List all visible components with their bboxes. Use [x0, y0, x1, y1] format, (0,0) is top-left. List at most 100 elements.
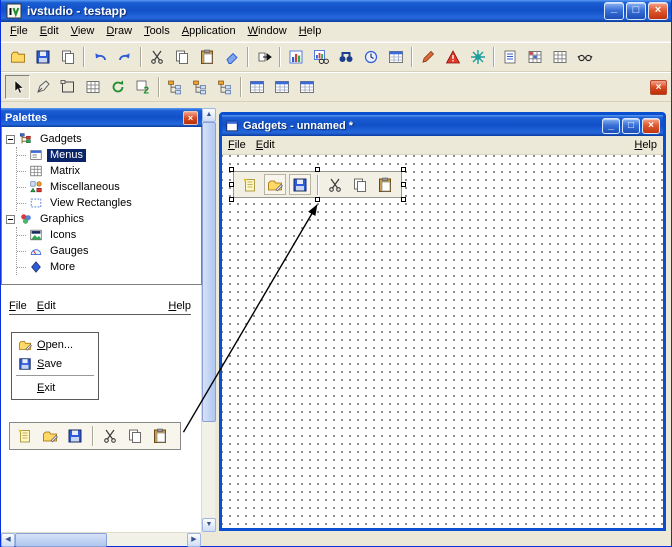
maximize-button[interactable]: □ [626, 2, 646, 20]
copy-page-button[interactable] [55, 45, 80, 69]
chart-view-button[interactable] [308, 45, 333, 69]
menu-item-open[interactable]: Open... [13, 335, 97, 354]
table-2-button[interactable] [269, 75, 294, 99]
preview-menu-help[interactable]: Help [168, 300, 191, 312]
hierarchy-1-button[interactable] [162, 75, 187, 99]
menu-window[interactable]: Window [242, 23, 293, 40]
scroll-left-button[interactable]: ◀ [1, 533, 15, 547]
gadgets-minimize-button[interactable]: _ [602, 117, 620, 134]
clock-button[interactable] [358, 45, 383, 69]
menu-help[interactable]: Help [293, 23, 328, 40]
selected-toolbar-widget[interactable] [229, 167, 406, 202]
pen-tool-button[interactable] [30, 75, 55, 99]
open-button[interactable] [5, 45, 30, 69]
erase-button[interactable] [219, 45, 244, 69]
copy-button[interactable] [169, 45, 194, 69]
notes-button[interactable] [497, 45, 522, 69]
view-button[interactable] [572, 45, 597, 69]
selection-handle[interactable] [401, 197, 406, 202]
selection-handle[interactable] [401, 167, 406, 172]
tree-node-more[interactable]: More [17, 259, 199, 275]
table-button[interactable] [383, 45, 408, 69]
grid-colored-button[interactable] [522, 45, 547, 69]
tree-node-menus[interactable]: Menus [17, 147, 199, 163]
table-1-button[interactable] [244, 75, 269, 99]
copy-button[interactable] [349, 174, 371, 195]
tree-node-gadgets[interactable]: Gadgets [4, 131, 199, 147]
horizontal-scroll-thumb[interactable] [15, 533, 107, 547]
open-button[interactable] [264, 174, 286, 195]
alert-button[interactable] [440, 45, 465, 69]
scroll-down-button[interactable]: ▼ [202, 518, 216, 532]
gadgets-menu-edit[interactable]: Edit [256, 139, 275, 151]
horizontal-scrollbar[interactable]: ◀ ▶ [1, 532, 201, 547]
paste-button[interactable] [149, 426, 171, 447]
run-button[interactable] [251, 45, 276, 69]
preview-menu-edit[interactable]: Edit [37, 300, 56, 312]
frame-tool-button[interactable] [55, 75, 80, 99]
tree-node-miscellaneous[interactable]: Miscellaneous [17, 179, 199, 195]
palettes-titlebar[interactable]: Palettes × [1, 108, 202, 127]
new-button[interactable] [239, 174, 261, 195]
scroll-up-button[interactable]: ▲ [202, 108, 216, 122]
menu-view[interactable]: View [65, 23, 101, 40]
gadgets-maximize-button[interactable]: □ [622, 117, 640, 134]
selection-handle[interactable] [229, 181, 234, 187]
new-button[interactable] [14, 426, 36, 447]
cut-button[interactable] [99, 426, 121, 447]
menu-file[interactable]: File [4, 23, 34, 40]
minimize-button[interactable]: _ [604, 2, 624, 20]
gadgets-menu-help[interactable]: Help [634, 139, 657, 151]
preview-2-button[interactable] [130, 75, 155, 99]
collapse-expander-icon[interactable] [6, 214, 15, 224]
gadgets-close-button[interactable]: × [642, 117, 660, 134]
chart-button[interactable] [283, 45, 308, 69]
copy-button[interactable] [124, 426, 146, 447]
close-button[interactable]: × [648, 2, 668, 20]
selection-handle[interactable] [401, 181, 406, 187]
grid-tool-button[interactable] [80, 75, 105, 99]
menu-draw[interactable]: Draw [100, 23, 138, 40]
table-3-button[interactable] [294, 75, 319, 99]
selection-handle[interactable] [314, 167, 320, 172]
redo-button[interactable] [112, 45, 137, 69]
open-button[interactable] [39, 426, 61, 447]
tree-node-view-rectangles[interactable]: View Rectangles [17, 195, 199, 211]
find-button[interactable] [333, 45, 358, 69]
hierarchy-2-button[interactable] [187, 75, 212, 99]
menu-application[interactable]: Application [176, 23, 242, 40]
cut-button[interactable] [144, 45, 169, 69]
scroll-right-button[interactable]: ▶ [187, 533, 201, 547]
vertical-scrollbar[interactable]: ▲ ▼ [201, 108, 216, 532]
hierarchy-3-button[interactable] [212, 75, 237, 99]
pointer-tool-button[interactable] [5, 75, 30, 99]
gadgets-titlebar[interactable]: Gadgets - unnamed * _ □ × [222, 115, 663, 136]
cut-button[interactable] [324, 174, 346, 195]
palettes-close-button[interactable]: × [183, 110, 198, 125]
undo-button[interactable] [87, 45, 112, 69]
save-button[interactable] [64, 426, 86, 447]
menu-edit[interactable]: Edit [34, 23, 65, 40]
preview-menu-file[interactable]: File [9, 300, 27, 312]
toolbar-widget[interactable] [233, 171, 402, 198]
collapse-expander-icon[interactable] [6, 134, 15, 144]
tree-node-graphics[interactable]: Graphics [4, 211, 199, 227]
paste-button[interactable] [374, 174, 396, 195]
tree-node-icons[interactable]: Icons [17, 227, 199, 243]
draw-button[interactable] [415, 45, 440, 69]
vertical-scroll-thumb[interactable] [202, 122, 216, 422]
grid-button[interactable] [547, 45, 572, 69]
tree-node-matrix[interactable]: Matrix [17, 163, 199, 179]
save-button[interactable] [30, 45, 55, 69]
gadgets-menu-file[interactable]: File [228, 139, 246, 151]
settings-button[interactable] [465, 45, 490, 69]
menu-item-save[interactable]: Save [13, 354, 97, 373]
selection-handle[interactable] [314, 197, 320, 202]
selection-handle[interactable] [229, 167, 234, 172]
tree-node-gauges[interactable]: Gauges [17, 243, 199, 259]
save-button[interactable] [289, 174, 311, 195]
selection-handle[interactable] [229, 197, 234, 202]
paste-button[interactable] [194, 45, 219, 69]
menu-item-exit[interactable]: Exit [13, 378, 97, 397]
refresh-button[interactable] [105, 75, 130, 99]
